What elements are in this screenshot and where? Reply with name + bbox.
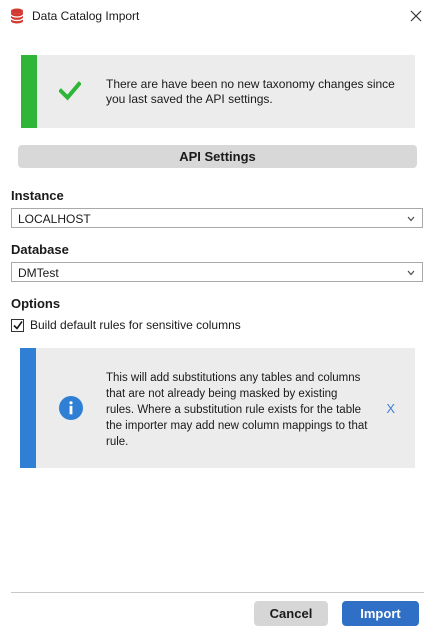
api-settings-header: API Settings: [18, 145, 417, 168]
info-message: This will add substitutions any tables a…: [106, 372, 368, 448]
info-accent-bar: [20, 348, 36, 468]
close-icon[interactable]: [405, 5, 427, 27]
instance-value: LOCALHOST: [18, 212, 91, 226]
build-default-rules-checkbox[interactable]: [11, 318, 24, 332]
chevron-down-icon: [407, 270, 415, 276]
checkmark-icon: [59, 81, 81, 101]
window-title: Data Catalog Import: [32, 9, 140, 23]
info-banner: This will add substitutions any tables a…: [20, 348, 415, 468]
app-database-icon: [10, 8, 24, 24]
cancel-button[interactable]: Cancel: [254, 601, 328, 626]
dismiss-info-button[interactable]: X: [386, 401, 395, 416]
checkbox-check-icon: [13, 320, 23, 330]
instance-select[interactable]: LOCALHOST: [11, 208, 423, 228]
database-select[interactable]: DMTest: [11, 262, 423, 282]
success-banner: There are have been no new taxonomy chan…: [21, 55, 415, 128]
info-icon: [59, 396, 83, 420]
options-label: Options: [11, 296, 61, 311]
chevron-down-icon: [407, 216, 415, 222]
import-button[interactable]: Import: [342, 601, 419, 626]
build-default-rules-label: Build default rules for sensitive column…: [30, 318, 241, 332]
instance-label: Instance: [11, 188, 64, 203]
database-value: DMTest: [18, 266, 59, 280]
footer-divider: [11, 592, 424, 593]
build-default-rules-option[interactable]: Build default rules for sensitive column…: [11, 317, 241, 333]
database-label: Database: [11, 242, 69, 257]
success-message: There are have been no new taxonomy chan…: [106, 77, 395, 106]
title-bar: Data Catalog Import: [0, 0, 435, 32]
success-accent-bar: [21, 55, 37, 128]
